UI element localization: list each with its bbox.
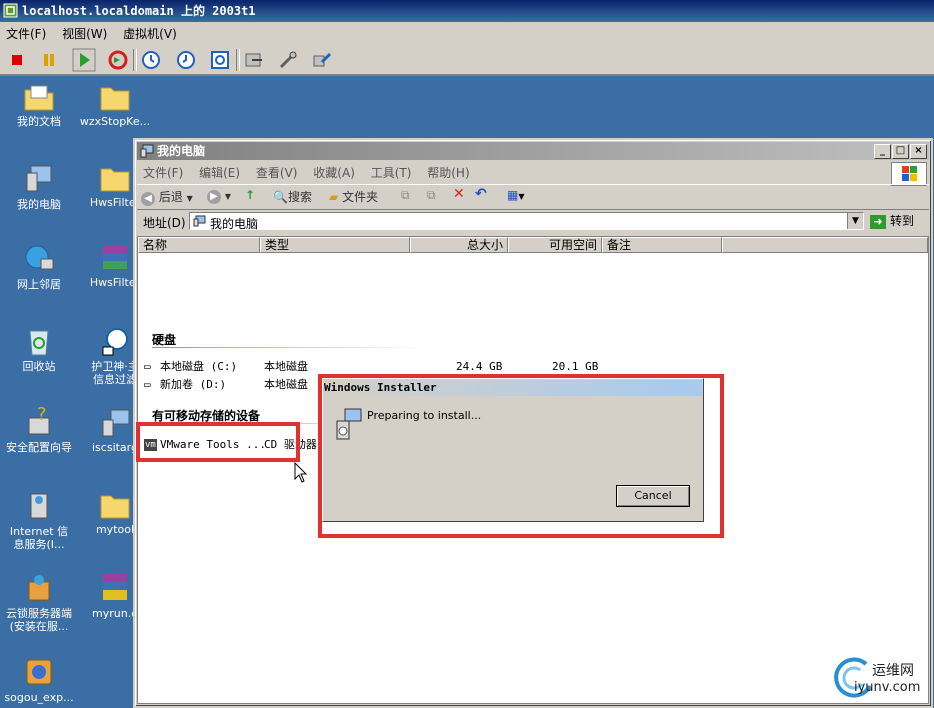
back-arrow-icon: ◀ xyxy=(141,192,155,206)
explorer-title-bar[interactable]: 我的电脑 _ □ × xyxy=(137,142,929,160)
go-arrow-icon: ➜ xyxy=(870,214,886,229)
move-to-icon[interactable]: ⧉ xyxy=(401,188,410,203)
play-icon[interactable] xyxy=(72,48,96,72)
search-icon: 🔍 xyxy=(273,190,288,204)
desktop-icon-recycle-bin[interactable]: 回收站 xyxy=(0,325,78,373)
desktop-icon-security-wizard[interactable]: ? 安全配置向导 xyxy=(0,406,78,454)
vm-menu-view[interactable]: 视图(W) xyxy=(56,22,113,45)
tools-icon[interactable] xyxy=(276,48,300,72)
column-type[interactable]: 类型 xyxy=(260,237,410,253)
watermark: 运维网 iyunv.com xyxy=(830,656,930,700)
toolbar-separator xyxy=(236,49,240,71)
forward-arrow-icon: ▶ xyxy=(207,190,221,204)
desktop-icon-yunsuo[interactable]: 云锁服务器端 (安装在服... xyxy=(0,572,78,633)
explorer-title: 我的电脑 xyxy=(157,144,206,158)
desktop-icon-my-computer[interactable]: 我的电脑 xyxy=(0,163,78,211)
revert-snapshot-icon[interactable] xyxy=(174,48,198,72)
views-icon[interactable]: ▦▼ xyxy=(507,188,525,202)
security-wizard-icon: ? xyxy=(28,406,50,435)
desktop-icon-wzxstopke[interactable]: wzxStopKe... xyxy=(76,82,154,128)
group-divider xyxy=(152,347,422,348)
up-folder-icon[interactable]: ↑ xyxy=(245,188,255,202)
vmware-toolbar xyxy=(0,44,934,76)
highlight-installer-dialog xyxy=(318,374,724,538)
network-places-icon xyxy=(25,245,54,270)
column-free-space[interactable]: 可用空间 xyxy=(508,237,602,253)
vmware-title: localhost.localdomain 上的 2003t1 xyxy=(22,4,256,18)
desktop-icon-sogou[interactable]: sogou_exp... xyxy=(0,656,78,704)
archive-icon xyxy=(103,574,127,600)
vm-menu-file[interactable]: 文件(F) xyxy=(0,22,52,45)
my-computer-icon xyxy=(26,165,52,192)
hard-drive-icon: ▭ xyxy=(144,378,151,391)
package-icon xyxy=(28,575,50,601)
close-button[interactable]: × xyxy=(910,144,927,159)
menu-view[interactable]: 查看(V) xyxy=(250,162,304,183)
wrench-icon[interactable] xyxy=(310,48,334,72)
minimize-button[interactable]: _ xyxy=(874,144,891,159)
iis-icon xyxy=(30,493,48,519)
snapshot-icon[interactable] xyxy=(139,48,163,72)
address-label: 地址(D) xyxy=(143,216,186,230)
address-bar: 地址(D) 我的电脑 ▼ ➜ 转到 xyxy=(137,210,929,234)
my-computer-icon xyxy=(140,144,154,158)
folder-icon: ▰ xyxy=(329,190,339,204)
vmware-title-bar: localhost.localdomain 上的 2003t1 xyxy=(0,0,934,22)
column-total-size[interactable]: 总大小 xyxy=(410,237,508,253)
sogou-icon xyxy=(26,659,52,685)
recycle-bin-icon xyxy=(29,330,49,356)
my-documents-icon xyxy=(24,85,54,111)
desktop-icon-network-places[interactable]: 网上邻居 xyxy=(0,243,78,291)
archive-icon xyxy=(103,245,127,269)
vm-menu-vm[interactable]: 虚拟机(V) xyxy=(117,22,183,45)
svg-text:?: ? xyxy=(37,406,47,425)
menu-favorites[interactable]: 收藏(A) xyxy=(307,162,361,183)
iscsi-icon xyxy=(102,409,130,437)
chevron-down-icon[interactable]: ▼ xyxy=(847,213,863,229)
menu-help[interactable]: 帮助(H) xyxy=(421,162,475,183)
snapshot-manager-icon[interactable] xyxy=(208,48,232,72)
folders-button[interactable]: ▰ 文件夹 xyxy=(329,188,378,205)
my-computer-icon xyxy=(193,215,206,227)
reset-icon[interactable] xyxy=(106,48,130,72)
vmware-app-icon xyxy=(3,3,18,18)
hard-drive-icon: ▭ xyxy=(144,360,151,373)
desktop-icon-my-documents[interactable]: 我的文档 xyxy=(0,82,78,128)
folder-icon xyxy=(100,87,130,111)
vmware-menubar: 文件(F) 视图(W) 虚拟机(V) xyxy=(0,22,934,44)
explorer-menubar: 文件(F) 编辑(E) 查看(V) 收藏(A) 工具(T) 帮助(H) xyxy=(137,162,891,182)
windows-logo-icon xyxy=(891,162,927,186)
watermark-line1: 运维网 xyxy=(872,663,914,679)
stop-icon[interactable] xyxy=(5,48,29,72)
delete-icon[interactable]: ✕ xyxy=(453,186,465,202)
copy-to-icon[interactable]: ⧉ xyxy=(427,188,436,203)
settings-icon[interactable] xyxy=(242,48,266,72)
mouse-cursor-icon xyxy=(294,462,308,483)
watermark-line2: iyunv.com xyxy=(854,680,921,695)
menu-tools[interactable]: 工具(T) xyxy=(365,162,418,183)
explorer-toolbar: ◀ 后退 ▼ ▶ ▼ ↑ 🔍搜索 ▰ 文件夹 ⧉ ⧉ ✕ ↶ ▦▼ xyxy=(137,184,929,210)
folder-icon xyxy=(100,168,130,192)
menu-file[interactable]: 文件(F) xyxy=(137,162,189,183)
pause-icon[interactable] xyxy=(37,48,61,72)
shield-app-icon xyxy=(102,328,128,356)
group-hard-disks: 硬盘 xyxy=(152,333,177,347)
menu-edit[interactable]: 编辑(E) xyxy=(193,162,246,183)
go-button[interactable]: ➜ 转到 xyxy=(870,212,922,230)
forward-button[interactable]: ▶ ▼ xyxy=(207,188,231,204)
folder-icon xyxy=(100,495,130,519)
desktop-icon-iis[interactable]: Internet 信 息服务(I... xyxy=(0,490,78,551)
column-filler xyxy=(722,237,928,253)
drive-row-c[interactable]: ▭ 本地磁盘 (C:) 本地磁盘 24.4 GB 20.1 GB xyxy=(144,359,614,375)
address-input[interactable]: 我的电脑 ▼ xyxy=(189,212,864,231)
highlight-vmware-tools xyxy=(136,422,300,462)
search-button[interactable]: 🔍搜索 xyxy=(273,188,312,205)
column-comments[interactable]: 备注 xyxy=(602,237,722,253)
toolbar-separator xyxy=(133,49,137,71)
maximize-button[interactable]: □ xyxy=(892,144,909,159)
column-name[interactable]: 名称 xyxy=(138,237,260,253)
back-button[interactable]: ◀ 后退 ▼ xyxy=(141,188,193,206)
address-value: 我的电脑 xyxy=(210,217,259,231)
undo-icon[interactable]: ↶ xyxy=(475,186,487,202)
